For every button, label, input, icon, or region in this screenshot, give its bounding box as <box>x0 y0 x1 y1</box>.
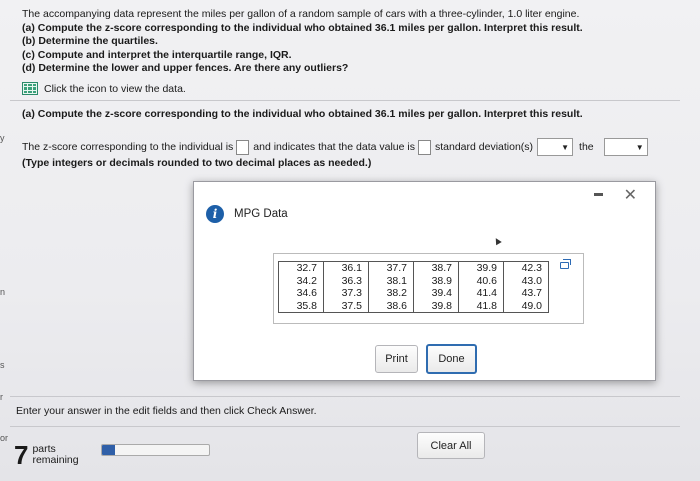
table-cell: 37.5 <box>323 299 369 313</box>
instructions-text: Enter your answer in the edit fields and… <box>16 405 317 417</box>
left-edge-fragment: r <box>0 392 3 402</box>
data-table-container: 32.7 36.1 37.7 38.7 39.9 42.3 34.2 36.3 38.1 38.9… <box>273 253 584 324</box>
parts-count: 7 <box>14 440 29 470</box>
left-edge-fragment: s <box>0 360 5 370</box>
table-cell: 39.9 <box>458 261 504 275</box>
table-row: 35.8 37.5 38.6 39.8 41.8 49.0 <box>278 299 549 313</box>
view-data-link[interactable]: Click the icon to view the data. <box>22 82 186 95</box>
answer-text: and indicates that the data value is <box>253 141 415 153</box>
progress-fill <box>102 445 115 455</box>
mpg-data-table: 32.7 36.1 37.7 38.7 39.9 42.3 34.2 36.3 38.1 38.9… <box>278 261 549 313</box>
table-cell: 39.8 <box>413 299 459 313</box>
table-cell: 36.3 <box>323 274 369 287</box>
table-cell: 38.9 <box>413 274 459 287</box>
print-button[interactable]: Print <box>375 345 418 373</box>
parts-label-line: remaining <box>32 454 79 466</box>
parts-label: parts remaining <box>32 444 78 466</box>
table-cell: 49.0 <box>503 299 549 313</box>
table-cell: 43.7 <box>503 287 549 300</box>
mpg-data-dialog: i MPG Data ✕ ▲ 32.7 36.1 37.7 38.7 39.9 42.3 3… <box>193 181 656 381</box>
table-cell: 34.2 <box>278 274 324 287</box>
footer-divider <box>10 426 680 427</box>
copy-data-icon[interactable] <box>560 259 571 269</box>
table-cell: 38.2 <box>368 287 414 300</box>
table-cell: 34.6 <box>278 287 324 300</box>
minimize-icon[interactable] <box>594 193 603 196</box>
std-dev-count-input[interactable] <box>417 139 431 155</box>
table-row: 34.2 36.3 38.1 38.9 40.6 43.0 <box>278 274 549 287</box>
table-cell: 36.1 <box>323 261 369 275</box>
table-cell: 38.7 <box>413 261 459 275</box>
dropdown-arrow-icon: ▼ <box>635 142 644 152</box>
table-cell: 32.7 <box>278 261 324 275</box>
table-row: 34.6 37.3 38.2 39.4 41.4 43.7 <box>278 287 549 300</box>
problem-statement: The accompanying data represent the mile… <box>22 8 682 76</box>
dialog-header: i MPG Data <box>206 205 288 223</box>
left-edge-fragment: or <box>0 433 9 443</box>
answer-sentence: The z-score corresponding to the individ… <box>22 138 648 156</box>
table-cell: 42.3 <box>503 261 549 275</box>
problem-part: (b) Determine the quartiles. <box>22 35 158 48</box>
comparison-select[interactable]: ▼ <box>603 138 648 156</box>
clear-all-button[interactable]: Clear All <box>417 432 485 459</box>
problem-part: (c) Compute and interpret the interquart… <box>22 48 292 61</box>
table-cell: 39.4 <box>413 287 459 300</box>
close-icon[interactable]: ✕ <box>624 187 637 203</box>
problem-lead: The accompanying data represent the mile… <box>22 8 580 20</box>
dialog-title: MPG Data <box>234 208 288 220</box>
direction-select[interactable]: ▼ <box>537 138 574 156</box>
progress-bar <box>101 444 210 456</box>
table-cell: 40.6 <box>458 274 504 287</box>
done-button[interactable]: Done <box>426 344 477 374</box>
table-cell: 41.8 <box>458 299 504 313</box>
table-cell: 37.7 <box>368 261 414 275</box>
table-cell: 43.0 <box>503 274 549 287</box>
table-row: 32.7 36.1 37.7 38.7 39.9 42.3 <box>278 261 549 275</box>
parts-remaining: 7 parts remaining <box>14 442 79 468</box>
footer-divider <box>10 396 680 397</box>
table-cell: 35.8 <box>278 299 324 313</box>
problem-part: (d) Determine the lower and upper fences… <box>22 62 349 75</box>
left-edge-fragment: n <box>0 287 6 297</box>
mouse-cursor-icon: ▲ <box>489 233 506 249</box>
table-cell: 37.3 <box>323 287 369 300</box>
answer-text: The z-score corresponding to the individ… <box>22 141 234 153</box>
answer-text: the <box>579 141 594 153</box>
answer-hint: (Type integers or decimals rounded to tw… <box>22 157 372 169</box>
table-cell: 38.6 <box>368 299 414 313</box>
question-title: (a) Compute the z-score corresponding to… <box>22 108 583 120</box>
info-icon: i <box>206 205 224 223</box>
left-edge-fragment: y <box>0 133 5 143</box>
section-divider <box>10 100 680 101</box>
table-cell: 41.4 <box>458 287 504 300</box>
answer-text: standard deviation(s) <box>434 141 534 153</box>
z-score-input[interactable] <box>236 139 250 155</box>
data-table-icon[interactable] <box>22 82 38 95</box>
view-data-label[interactable]: Click the icon to view the data. <box>44 83 186 95</box>
table-cell: 38.1 <box>368 274 414 287</box>
dropdown-arrow-icon: ▼ <box>561 142 570 152</box>
problem-part: (a) Compute the z-score corresponding to… <box>22 21 583 34</box>
